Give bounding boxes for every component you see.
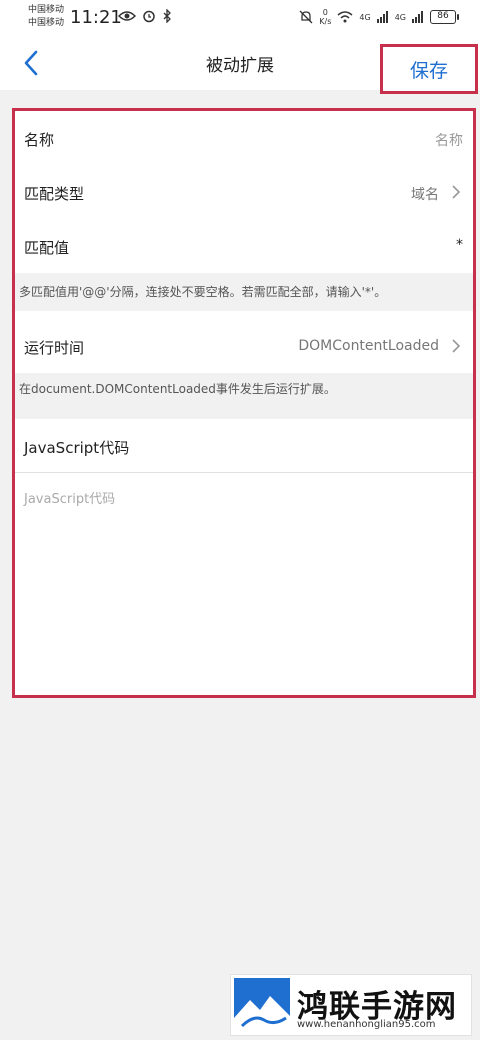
status-bar: 中国移动 中国移动 11:21 0 K/s 4G 4G 86 — [0, 0, 480, 36]
mute-bell-icon — [299, 10, 313, 24]
status-icons-left — [118, 9, 172, 23]
eye-icon — [118, 11, 136, 21]
net-speed-unit: K/s — [319, 17, 332, 26]
match-value-input[interactable]: * — [456, 237, 463, 253]
match-type-label: 匹配类型 — [24, 185, 85, 203]
match-value-label: 匹配值 — [24, 239, 70, 257]
extension-form: 名称 名称 匹配类型 域名 匹配值 * 多匹配值用'@@'分隔，连接处不要空格。… — [12, 108, 476, 698]
run-hint: 在document.DOMContentLoaded事件发生后运行扩展。 — [15, 373, 473, 419]
run-time-row[interactable]: 运行时间 DOMContentLoaded — [15, 319, 473, 373]
match-type-row[interactable]: 匹配类型 域名 — [15, 165, 473, 219]
code-placeholder: JavaScript代码 — [24, 492, 116, 507]
net-speed: 0 K/s — [319, 8, 331, 26]
name-row[interactable]: 名称 名称 — [15, 111, 473, 165]
signal-icon-2 — [412, 11, 423, 23]
bluetooth-icon — [163, 9, 171, 23]
app-header: 被动扩展 保存 — [0, 36, 480, 94]
name-input[interactable]: 名称 — [435, 130, 463, 150]
code-editor[interactable]: JavaScript代码 — [15, 474, 473, 695]
watermark-url: www.henanhonglian95.com — [297, 1019, 436, 1030]
carrier-labels: 中国移动 中国移动 — [28, 4, 64, 30]
match-hint: 多匹配值用'@@'分隔，连接处不要空格。若需匹配全部，请输入'*'。 — [15, 273, 473, 311]
site-logo-icon — [234, 978, 290, 1034]
net-speed-value: 0 — [322, 8, 328, 17]
carrier-1: 中国移动 — [28, 5, 65, 15]
status-icons-right: 0 K/s 4G 4G 86 — [299, 8, 459, 26]
match-type-value: 域名 — [411, 187, 439, 203]
chevron-right-icon — [452, 339, 461, 353]
network-type-2: 4G — [394, 12, 406, 22]
name-label: 名称 — [24, 131, 55, 149]
chevron-right-icon — [452, 185, 461, 199]
run-time-value: DOMContentLoaded — [298, 338, 439, 354]
battery-icon: 86 — [430, 10, 459, 24]
carrier-2: 中国移动 — [28, 18, 65, 28]
status-time: 11:21 — [70, 7, 122, 28]
code-header: JavaScript代码 — [15, 419, 473, 473]
signal-icon — [376, 11, 388, 23]
run-time-label: 运行时间 — [24, 339, 85, 357]
save-button[interactable]: 保存 — [380, 44, 478, 94]
match-value-row[interactable]: 匹配值 * — [15, 219, 473, 273]
wifi-icon — [337, 11, 353, 23]
watermark: 鸿联手游网 www.henanhonglian95.com — [230, 974, 472, 1036]
code-label: JavaScript代码 — [24, 439, 130, 457]
network-type-1: 4G — [359, 12, 371, 22]
alarm-icon — [143, 10, 155, 23]
